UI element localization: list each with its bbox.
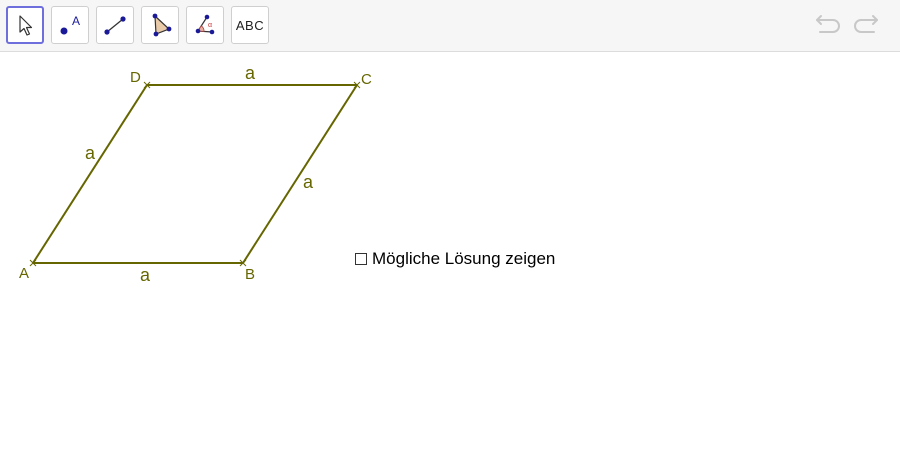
cursor-arrow-icon: [15, 13, 35, 37]
point-tool-button[interactable]: A: [51, 6, 89, 44]
show-solution-checkbox[interactable]: Mögliche Lösung zeigen: [355, 249, 555, 269]
text-tool-button[interactable]: ABC: [231, 6, 269, 44]
point-a-label: A: [19, 265, 29, 282]
show-solution-label[interactable]: Mögliche Lösung zeigen: [372, 249, 555, 269]
side-bc-label: a: [303, 172, 314, 192]
segment-icon: [100, 11, 130, 39]
side-cd-label: a: [245, 63, 256, 83]
side-da-label: a: [85, 143, 96, 163]
geogebra-app: A α ABC A B C D a a a a Mögliche Lösung …: [0, 0, 900, 450]
undo-button[interactable]: [814, 12, 844, 40]
checkbox-square[interactable]: [355, 253, 367, 265]
point-b-label: B: [245, 266, 255, 283]
point-tool-letter: A: [72, 14, 80, 28]
angle-icon: α: [190, 11, 220, 39]
point-c-label: C: [361, 71, 372, 88]
side-ab-label: a: [140, 265, 151, 285]
point-icon: A: [55, 11, 85, 39]
move-tool-button[interactable]: [6, 6, 44, 44]
side-da[interactable]: [32, 84, 148, 264]
polygon-icon: [145, 11, 175, 39]
segment-tool-button[interactable]: [96, 6, 134, 44]
redo-icon: [850, 12, 880, 41]
point-d-label: D: [130, 69, 141, 86]
toolbar: A α ABC: [0, 0, 900, 52]
angle-tool-button[interactable]: α: [186, 6, 224, 44]
undo-icon: [814, 12, 844, 41]
side-bc[interactable]: [242, 84, 358, 264]
redo-button[interactable]: [850, 12, 880, 40]
polygon-tool-button[interactable]: [141, 6, 179, 44]
text-icon: ABC: [235, 17, 265, 33]
graphics-view[interactable]: A B C D a a a a Mögliche Lösung zeigen: [0, 53, 900, 450]
angle-tool-letter: α: [208, 22, 212, 29]
